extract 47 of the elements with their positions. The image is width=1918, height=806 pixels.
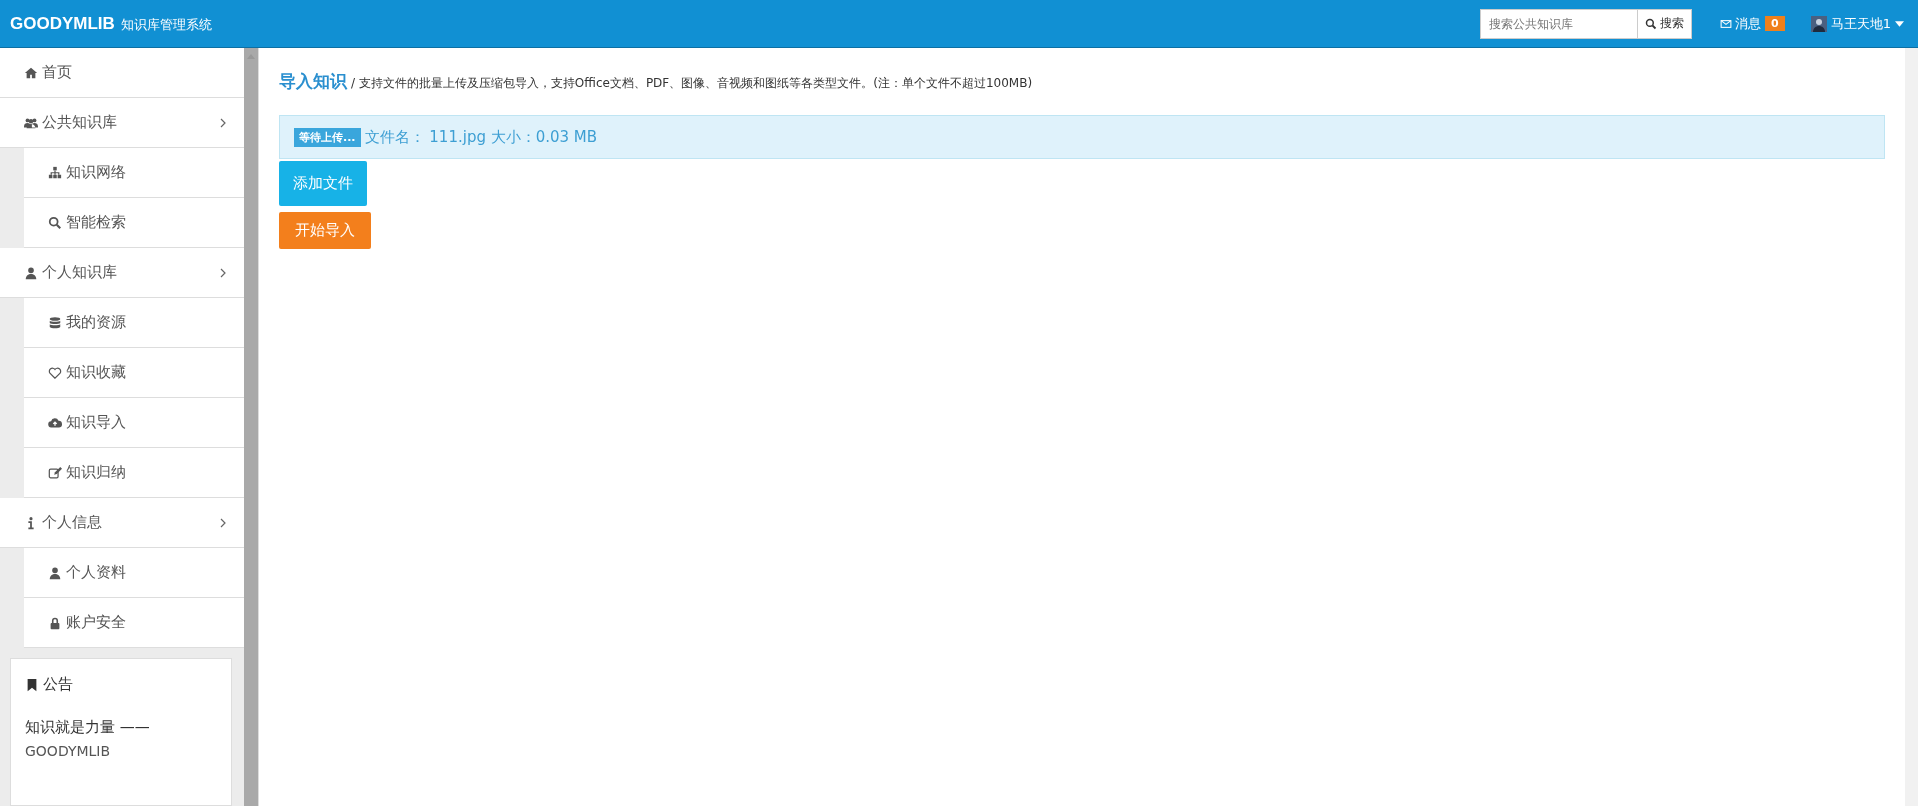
scrollbar[interactable] [1905, 48, 1918, 806]
users-icon [24, 115, 38, 130]
user-icon [48, 565, 62, 580]
status-label: 等待上传... [294, 127, 361, 147]
sidebar-subitem[interactable]: 知识网络 [24, 148, 244, 198]
bookmark-icon [25, 677, 39, 692]
lock-icon [48, 615, 62, 630]
sidebar-subitem[interactable]: 知识导入 [24, 398, 244, 448]
sidebar-subitem[interactable]: 我的资源 [24, 298, 244, 348]
search-icon [1645, 17, 1658, 30]
messages-link[interactable]: 消息 [1720, 14, 1762, 33]
brand-name[interactable]: GOODYMLIB [10, 13, 115, 34]
page-description: / 支持文件的批量上传及压缩包导入，支持Office文档、PDF、图像、音视频和图纸等各类型文件。(注：单个文件不超过100MB) [351, 75, 1033, 92]
edit-icon [48, 465, 62, 480]
sidebar-item[interactable]: 个人知识库 [0, 248, 244, 298]
user-menu[interactable]: 马王天地1 [1810, 14, 1904, 33]
file-info: 文件名： 111.jpg 大小：0.03 MB [364, 127, 598, 147]
scrollbar[interactable] [244, 48, 258, 806]
chevron-icon [220, 517, 226, 528]
brand-subtitle: 知识库管理系统 [120, 15, 212, 34]
page-title: 导入知识 [279, 70, 347, 93]
message-count-badge: 0 [1765, 16, 1785, 31]
caret-icon [1895, 20, 1904, 27]
notice-text: 知识就是力量 —— [25, 718, 151, 737]
search-icon [48, 215, 62, 230]
user-icon [24, 265, 38, 280]
chevron-icon [220, 267, 226, 278]
database-icon [48, 315, 62, 330]
search-button[interactable]: 搜索 [1638, 8, 1693, 39]
sidebar-item[interactable]: 公共知识库 [0, 98, 244, 148]
sidebar-subitem[interactable]: 个人资料 [24, 548, 244, 598]
envelope-icon [1720, 17, 1733, 30]
cloud-upload-icon [48, 415, 62, 430]
heart-icon [48, 365, 62, 380]
home-icon [24, 65, 38, 80]
sidebar-item[interactable]: 个人信息 [0, 498, 244, 548]
sidebar-item[interactable]: 首页 [0, 48, 244, 98]
avatar-icon [1810, 15, 1827, 32]
sidebar-subitem[interactable]: 智能检索 [24, 198, 244, 248]
sidebar-subitem[interactable]: 知识收藏 [24, 348, 244, 398]
chevron-icon [220, 117, 226, 128]
search-field[interactable]: 搜索公共知识库 [1480, 8, 1639, 39]
sidebar-subitem[interactable]: 知识归纳 [24, 448, 244, 498]
notice-signature: GOODYMLIB [25, 743, 112, 759]
sitemap-icon [48, 165, 62, 180]
sidebar-subitem[interactable]: 账户安全 [24, 598, 244, 648]
notice-title: 公告 [43, 675, 73, 694]
